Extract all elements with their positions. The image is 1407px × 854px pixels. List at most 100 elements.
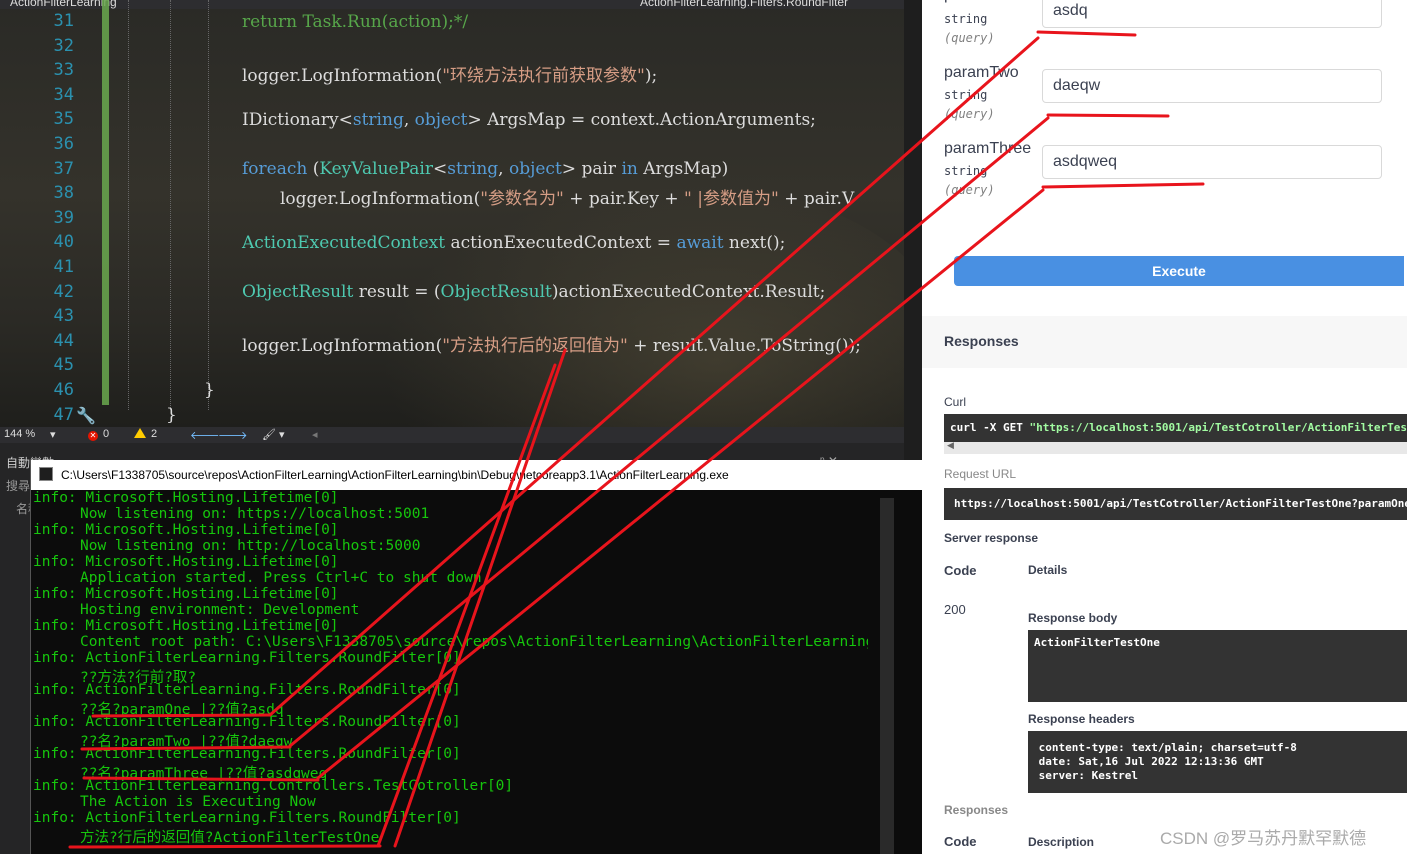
quick-actions-icon[interactable]: 🔧 [76, 406, 96, 426]
response-headers[interactable]: content-type: text/plain; charset=utf-8 … [1028, 731, 1407, 793]
project-dropdown[interactable]: ActionFilterLearning [10, 0, 117, 9]
console-line: info: Microsoft.Hosting.Lifetime[0] [33, 618, 339, 634]
code-token: > ArgsMap = context.ActionArguments; [467, 110, 816, 130]
chevron-down-icon[interactable]: ▾ [50, 428, 56, 441]
console-scrollbar[interactable] [880, 498, 894, 854]
arrow-right-icon[interactable]: 🡒 [218, 428, 248, 442]
console-title-bar[interactable]: C:\Users\F1338705\source\repos\ActionFil… [31, 460, 1011, 490]
param-two-input[interactable] [1042, 69, 1382, 103]
code-token: < [432, 159, 448, 179]
line-number: 32 [53, 35, 74, 56]
code-column-header: Code [944, 563, 977, 578]
code-line-33[interactable]: logger.LogInformation("环绕方法执行前获取参数"); [242, 61, 657, 86]
line-number: 33 [53, 60, 74, 81]
code-token: , [498, 159, 509, 179]
scroll-left-icon[interactable]: ◀ [947, 440, 954, 451]
curl-url: "https://localhost:5001/api/TestCotrolle… [1029, 421, 1407, 434]
line-number: 42 [53, 281, 74, 302]
console-line: Hosting environment: Development [80, 602, 360, 618]
line-number: 39 [53, 207, 74, 228]
line-number: 34 [53, 84, 74, 105]
error-icon: ✕ [88, 431, 98, 441]
code-keyword: object [508, 159, 562, 179]
code-token: actionExecutedContext = [445, 233, 677, 253]
csdn-watermark: CSDN @罗马苏丹默罕默德 [1160, 829, 1367, 848]
response-body-label: Response body [1028, 611, 1118, 625]
execute-button[interactable]: Execute [954, 256, 1404, 286]
code-string: "参数名为" [480, 189, 564, 209]
console-window[interactable]: C:\Users\F1338705\source\repos\ActionFil… [30, 460, 1011, 854]
code-line-37[interactable]: foreach (KeyValuePair<string, object> pa… [242, 159, 728, 179]
line-number: 46 [53, 380, 74, 400]
code-token: IDictionary< [242, 110, 353, 130]
console-line: Application started. Press Ctrl+C to shu… [80, 570, 491, 586]
code-keyword: in [621, 159, 638, 179]
code-keyword: object [414, 110, 468, 130]
code-token: result = ( [353, 282, 441, 302]
server-response-label: Server response [944, 531, 1039, 545]
code-token: + pair.Key + [563, 189, 685, 209]
code-string: " |参数值为" [684, 189, 779, 209]
code-line-42[interactable]: ObjectResult result = (ObjectResult)acti… [242, 282, 825, 302]
param-in-2: (query) [944, 107, 995, 121]
console-title: C:\Users\F1338705\source\repos\ActionFil… [61, 468, 729, 482]
status-code: 200 [944, 602, 966, 617]
curl-label: Curl [944, 395, 967, 409]
scroll-left-icon[interactable]: ◂ [312, 428, 318, 441]
responses-label: Responses [944, 803, 1009, 817]
code-line-46[interactable]: } [204, 380, 215, 400]
arrow-left-icon[interactable]: 🡐 [190, 428, 220, 442]
line-number: 36 [53, 134, 74, 154]
indent-guide [208, 0, 209, 410]
description-column-header: Description [1028, 835, 1095, 849]
param-name-2: paramTwo [944, 64, 1019, 81]
response-body[interactable]: ActionFilterTestOne [1028, 630, 1407, 702]
code-token: ); [644, 66, 658, 86]
code-line-31[interactable]: return Task.Run(action);*/ [242, 12, 468, 32]
curl-scrollbar[interactable]: ◀ [944, 440, 1407, 454]
code-line-38[interactable]: logger.LogInformation("参数名为" + pair.Key … [280, 184, 854, 209]
brush-icon[interactable]: 🖌 ▾ [262, 428, 285, 441]
code-keyword: await [676, 233, 724, 253]
param-three-input[interactable] [1042, 145, 1382, 179]
line-number: 41 [53, 257, 74, 277]
code-line-40[interactable]: ActionExecutedContext actionExecutedCont… [242, 233, 785, 253]
param-in-3: (query) [944, 183, 995, 197]
curl-command[interactable]: curl -X GET "https://localhost:5001/api/… [944, 414, 1407, 442]
editor-status-bar: 144 % ▾ ✕ 0 2 🡐 🡒 🖌 ▾ ◂ [0, 427, 904, 443]
console-line: info: ActionFilterLearning.Filters.Round… [33, 746, 461, 762]
code-token: logger.LogInformation( [280, 189, 481, 209]
param-type-2: string [944, 88, 988, 102]
code-string: "环绕方法执行前获取参数" [442, 66, 645, 86]
change-tracking-bar [102, 0, 109, 405]
code-token: + result.Value.ToString()); [627, 336, 861, 356]
code-keyword: foreach [242, 159, 308, 179]
param-one-input[interactable] [1042, 0, 1382, 28]
code-keyword: string [447, 159, 499, 179]
code-line-35[interactable]: IDictionary<string, object> ArgsMap = co… [242, 110, 816, 130]
curl-command-prefix: curl -X GET [950, 421, 1030, 434]
console-app-icon [39, 467, 53, 481]
code-token: > pair [561, 159, 622, 179]
code-editor[interactable]: ActionFilterLearning ActionFilterLearnin… [0, 0, 904, 427]
class-dropdown[interactable]: ActionFilterLearning.Filters.RoundFilter [640, 0, 848, 9]
param-in-1: (query) [944, 31, 995, 45]
responses-title: Responses [944, 333, 1019, 349]
code-line-47[interactable]: } [166, 405, 177, 425]
param-name-3: paramThree [944, 140, 1032, 157]
code-type: ActionExecutedContext [242, 233, 446, 253]
console-line: 方法?行后的返回值?ActionFilterTestOne [80, 830, 380, 846]
console-line: info: ActionFilterLearning.Controllers.T… [33, 778, 514, 794]
line-number: 47 [53, 404, 74, 425]
code-line-44[interactable]: logger.LogInformation("方法执行后的返回值为" + res… [242, 331, 861, 356]
details-column-header: Details [1028, 563, 1068, 577]
code-token: , [403, 110, 415, 130]
request-url[interactable]: https://localhost:5001/api/TestCotroller… [944, 488, 1407, 520]
param-type-1: string [944, 12, 988, 26]
responses-header: Responses [922, 316, 1407, 368]
code-column-header-2: Code [944, 834, 977, 849]
param-type-3: string [944, 164, 988, 178]
warning-count[interactable]: 2 [151, 428, 157, 440]
zoom-level[interactable]: 144 % [4, 428, 35, 440]
error-count[interactable]: 0 [103, 428, 109, 440]
